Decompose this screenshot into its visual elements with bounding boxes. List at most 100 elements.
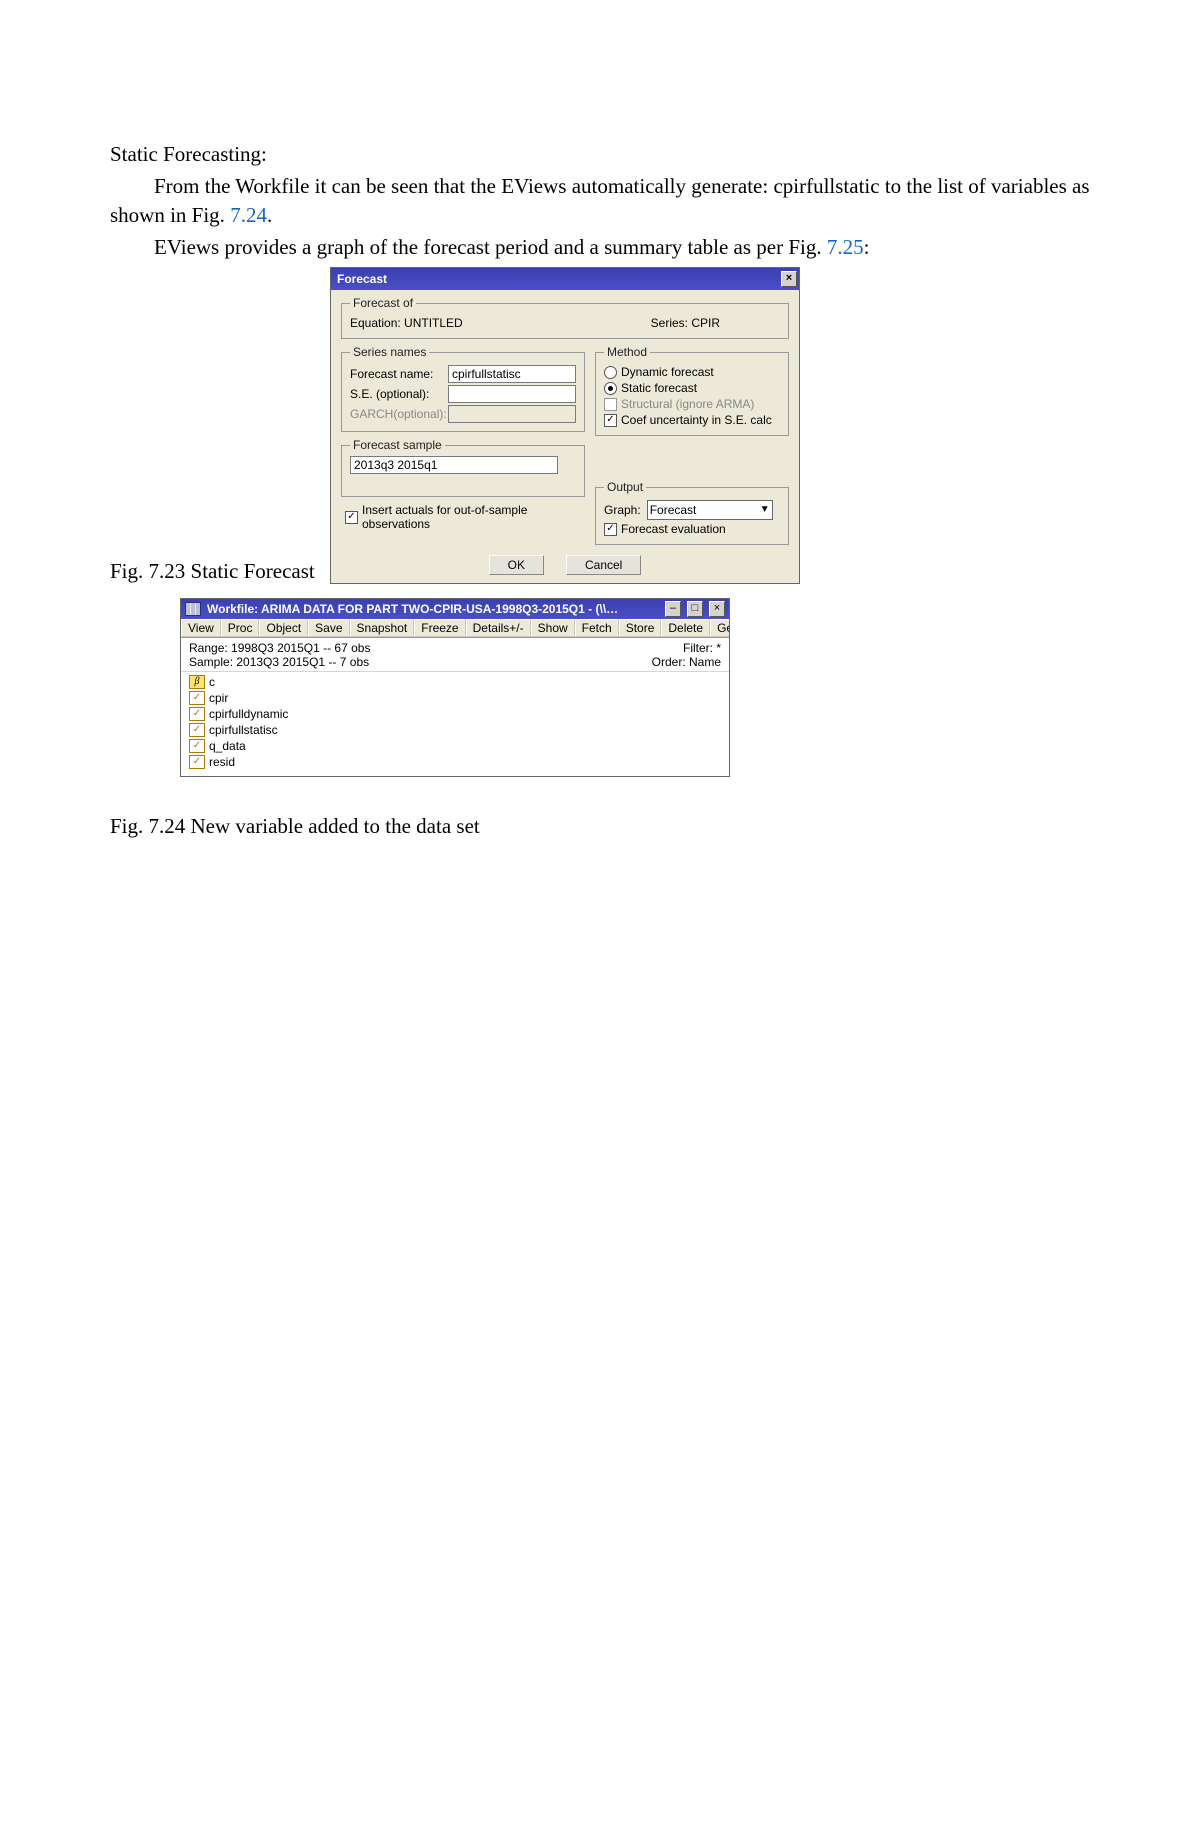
figure-link-7-25[interactable]: 7.25	[827, 235, 864, 259]
toolbar-proc[interactable]: Proc	[221, 619, 260, 637]
graph-label: Graph:	[604, 503, 641, 517]
radio-icon	[604, 366, 617, 379]
legend-series-names: Series names	[350, 345, 429, 359]
series-object-icon: ✓	[189, 755, 205, 769]
legend-forecast-of: Forecast of	[350, 296, 416, 310]
list-item-label: q_data	[209, 738, 246, 754]
cancel-button[interactable]: Cancel	[566, 555, 641, 575]
toolbar-object[interactable]: Object	[259, 619, 308, 637]
checkbox-structural[interactable]: Structural (ignore ARMA)	[604, 397, 780, 411]
para3-text-b: :	[864, 235, 870, 259]
workfile-title: Workfile: ARIMA DATA FOR PART TWO-CPIR-U…	[207, 602, 659, 616]
list-item[interactable]: ✓ resid	[189, 754, 721, 770]
legend-output: Output	[604, 480, 646, 494]
toolbar-fetch[interactable]: Fetch	[575, 619, 619, 637]
group-forecast-sample: Forecast sample	[341, 438, 585, 497]
ok-button[interactable]: OK	[489, 555, 544, 575]
list-item[interactable]: ✓ cpir	[189, 690, 721, 706]
forecast-name-input[interactable]	[448, 365, 576, 383]
checkbox-coef-uncertainty[interactable]: Coef uncertainty in S.E. calc	[604, 413, 780, 427]
toolbar-details[interactable]: Details+/-	[466, 619, 531, 637]
insert-actuals-checkbox[interactable]: Insert actuals for out-of-sample observa…	[345, 503, 585, 531]
toolbar-delete[interactable]: Delete	[661, 619, 710, 637]
workfile-icon	[185, 602, 201, 616]
graph-select-value: Forecast	[650, 503, 697, 517]
group-output: Output Graph: Forecast ▼ Forecast evalua…	[595, 480, 789, 545]
check-icon	[604, 414, 617, 427]
paragraph-static-forecasting: Static Forecasting:	[110, 140, 1100, 168]
forecast-sample-input[interactable]	[350, 456, 558, 474]
close-icon[interactable]: ×	[709, 601, 725, 617]
list-item[interactable]: ✓ cpirfullstatisc	[189, 722, 721, 738]
structural-label: Structural (ignore ARMA)	[621, 397, 754, 411]
series-object-icon: ✓	[189, 739, 205, 753]
group-method: Method Dynamic forecast Static forecast …	[595, 345, 789, 436]
check-icon	[604, 398, 617, 411]
group-series-names: Series names Forecast name: S.E. (option…	[341, 345, 585, 432]
dialog-title: Forecast	[337, 272, 387, 286]
coef-label: Coef uncertainty in S.E. calc	[621, 413, 772, 427]
check-icon	[604, 523, 617, 536]
minimize-icon[interactable]: –	[665, 601, 681, 617]
para3-text-a: EViews provides a graph of the forecast …	[154, 235, 827, 259]
radio-icon	[604, 382, 617, 395]
list-item-label: c	[209, 674, 215, 690]
toolbar-store[interactable]: Store	[619, 619, 662, 637]
list-item-label: cpirfullstatisc	[209, 722, 278, 738]
series-label: Series: CPIR	[651, 316, 720, 330]
radio-dynamic-forecast[interactable]: Dynamic forecast	[604, 365, 780, 379]
series-object-icon: ✓	[189, 723, 205, 737]
filter-label: Filter: *	[652, 641, 721, 655]
toolbar-snapshot[interactable]: Snapshot	[350, 619, 415, 637]
dialog-titlebar: Forecast ×	[331, 268, 799, 290]
figure-caption-7-24: Fig. 7.24 New variable added to the data…	[110, 812, 1100, 840]
order-label: Order: Name	[652, 655, 721, 669]
legend-forecast-sample: Forecast sample	[350, 438, 445, 452]
toolbar-show[interactable]: Show	[531, 619, 575, 637]
list-item-label: cpir	[209, 690, 228, 706]
para2-text-b: .	[267, 203, 272, 227]
insert-actuals-label: Insert actuals for out-of-sample observa…	[362, 503, 552, 531]
toolbar-freeze[interactable]: Freeze	[414, 619, 465, 637]
list-item[interactable]: ✓ q_data	[189, 738, 721, 754]
forecast-eval-label: Forecast evaluation	[621, 522, 726, 536]
toolbar-genr[interactable]: Genr	[710, 619, 729, 637]
chevron-down-icon: ▼	[760, 504, 770, 515]
figure-link-7-24[interactable]: 7.24	[230, 203, 267, 227]
equation-label: Equation: UNTITLED	[350, 316, 463, 330]
dynamic-forecast-label: Dynamic forecast	[621, 365, 714, 379]
figure-caption-7-23: Fig. 7.23 Static Forecast	[110, 559, 315, 583]
paragraph-graph-note: EViews provides a graph of the forecast …	[110, 233, 1100, 261]
series-object-icon: ✓	[189, 707, 205, 721]
coef-object-icon: β	[189, 675, 205, 689]
checkbox-forecast-evaluation[interactable]: Forecast evaluation	[604, 522, 780, 536]
forecast-name-label: Forecast name:	[350, 367, 442, 381]
range-label: Range: 1998Q3 2015Q1 -- 67 obs	[189, 641, 370, 655]
group-forecast-of: Forecast of Equation: UNTITLED Series: C…	[341, 296, 789, 339]
close-icon[interactable]: ×	[781, 271, 797, 287]
check-icon	[345, 511, 358, 524]
garch-input	[448, 405, 576, 423]
workfile-toolbar: View Proc Object Save Snapshot Freeze De…	[181, 619, 729, 638]
list-item-label: cpirfulldynamic	[209, 706, 288, 722]
forecast-dialog: Forecast × Forecast of Equation: UNTITLE…	[330, 267, 800, 584]
radio-static-forecast[interactable]: Static forecast	[604, 381, 780, 395]
workfile-variable-list: βc ✓ cpir ✓ cpirfulldynamic ✓ cpirfullstati…	[181, 671, 729, 776]
legend-method: Method	[604, 345, 650, 359]
list-item-label: resid	[209, 754, 235, 770]
workfile-titlebar: Workfile: ARIMA DATA FOR PART TWO-CPIR-U…	[181, 599, 729, 619]
se-input[interactable]	[448, 385, 576, 403]
garch-label: GARCH(optional):	[350, 407, 442, 421]
static-forecast-label: Static forecast	[621, 381, 697, 395]
se-label: S.E. (optional):	[350, 387, 442, 401]
toolbar-view[interactable]: View	[181, 619, 221, 637]
series-object-icon: ✓	[189, 691, 205, 705]
paragraph-workfile-note: From the Workfile it can be seen that th…	[110, 172, 1100, 229]
workfile-window: Workfile: ARIMA DATA FOR PART TWO-CPIR-U…	[180, 598, 730, 777]
maximize-icon[interactable]: □	[687, 601, 703, 617]
list-item[interactable]: ✓ cpirfulldynamic	[189, 706, 721, 722]
list-item[interactable]: βc	[189, 674, 721, 690]
toolbar-save[interactable]: Save	[308, 619, 349, 637]
graph-select[interactable]: Forecast ▼	[647, 500, 773, 520]
sample-label: Sample: 2013Q3 2015Q1 -- 7 obs	[189, 655, 370, 669]
